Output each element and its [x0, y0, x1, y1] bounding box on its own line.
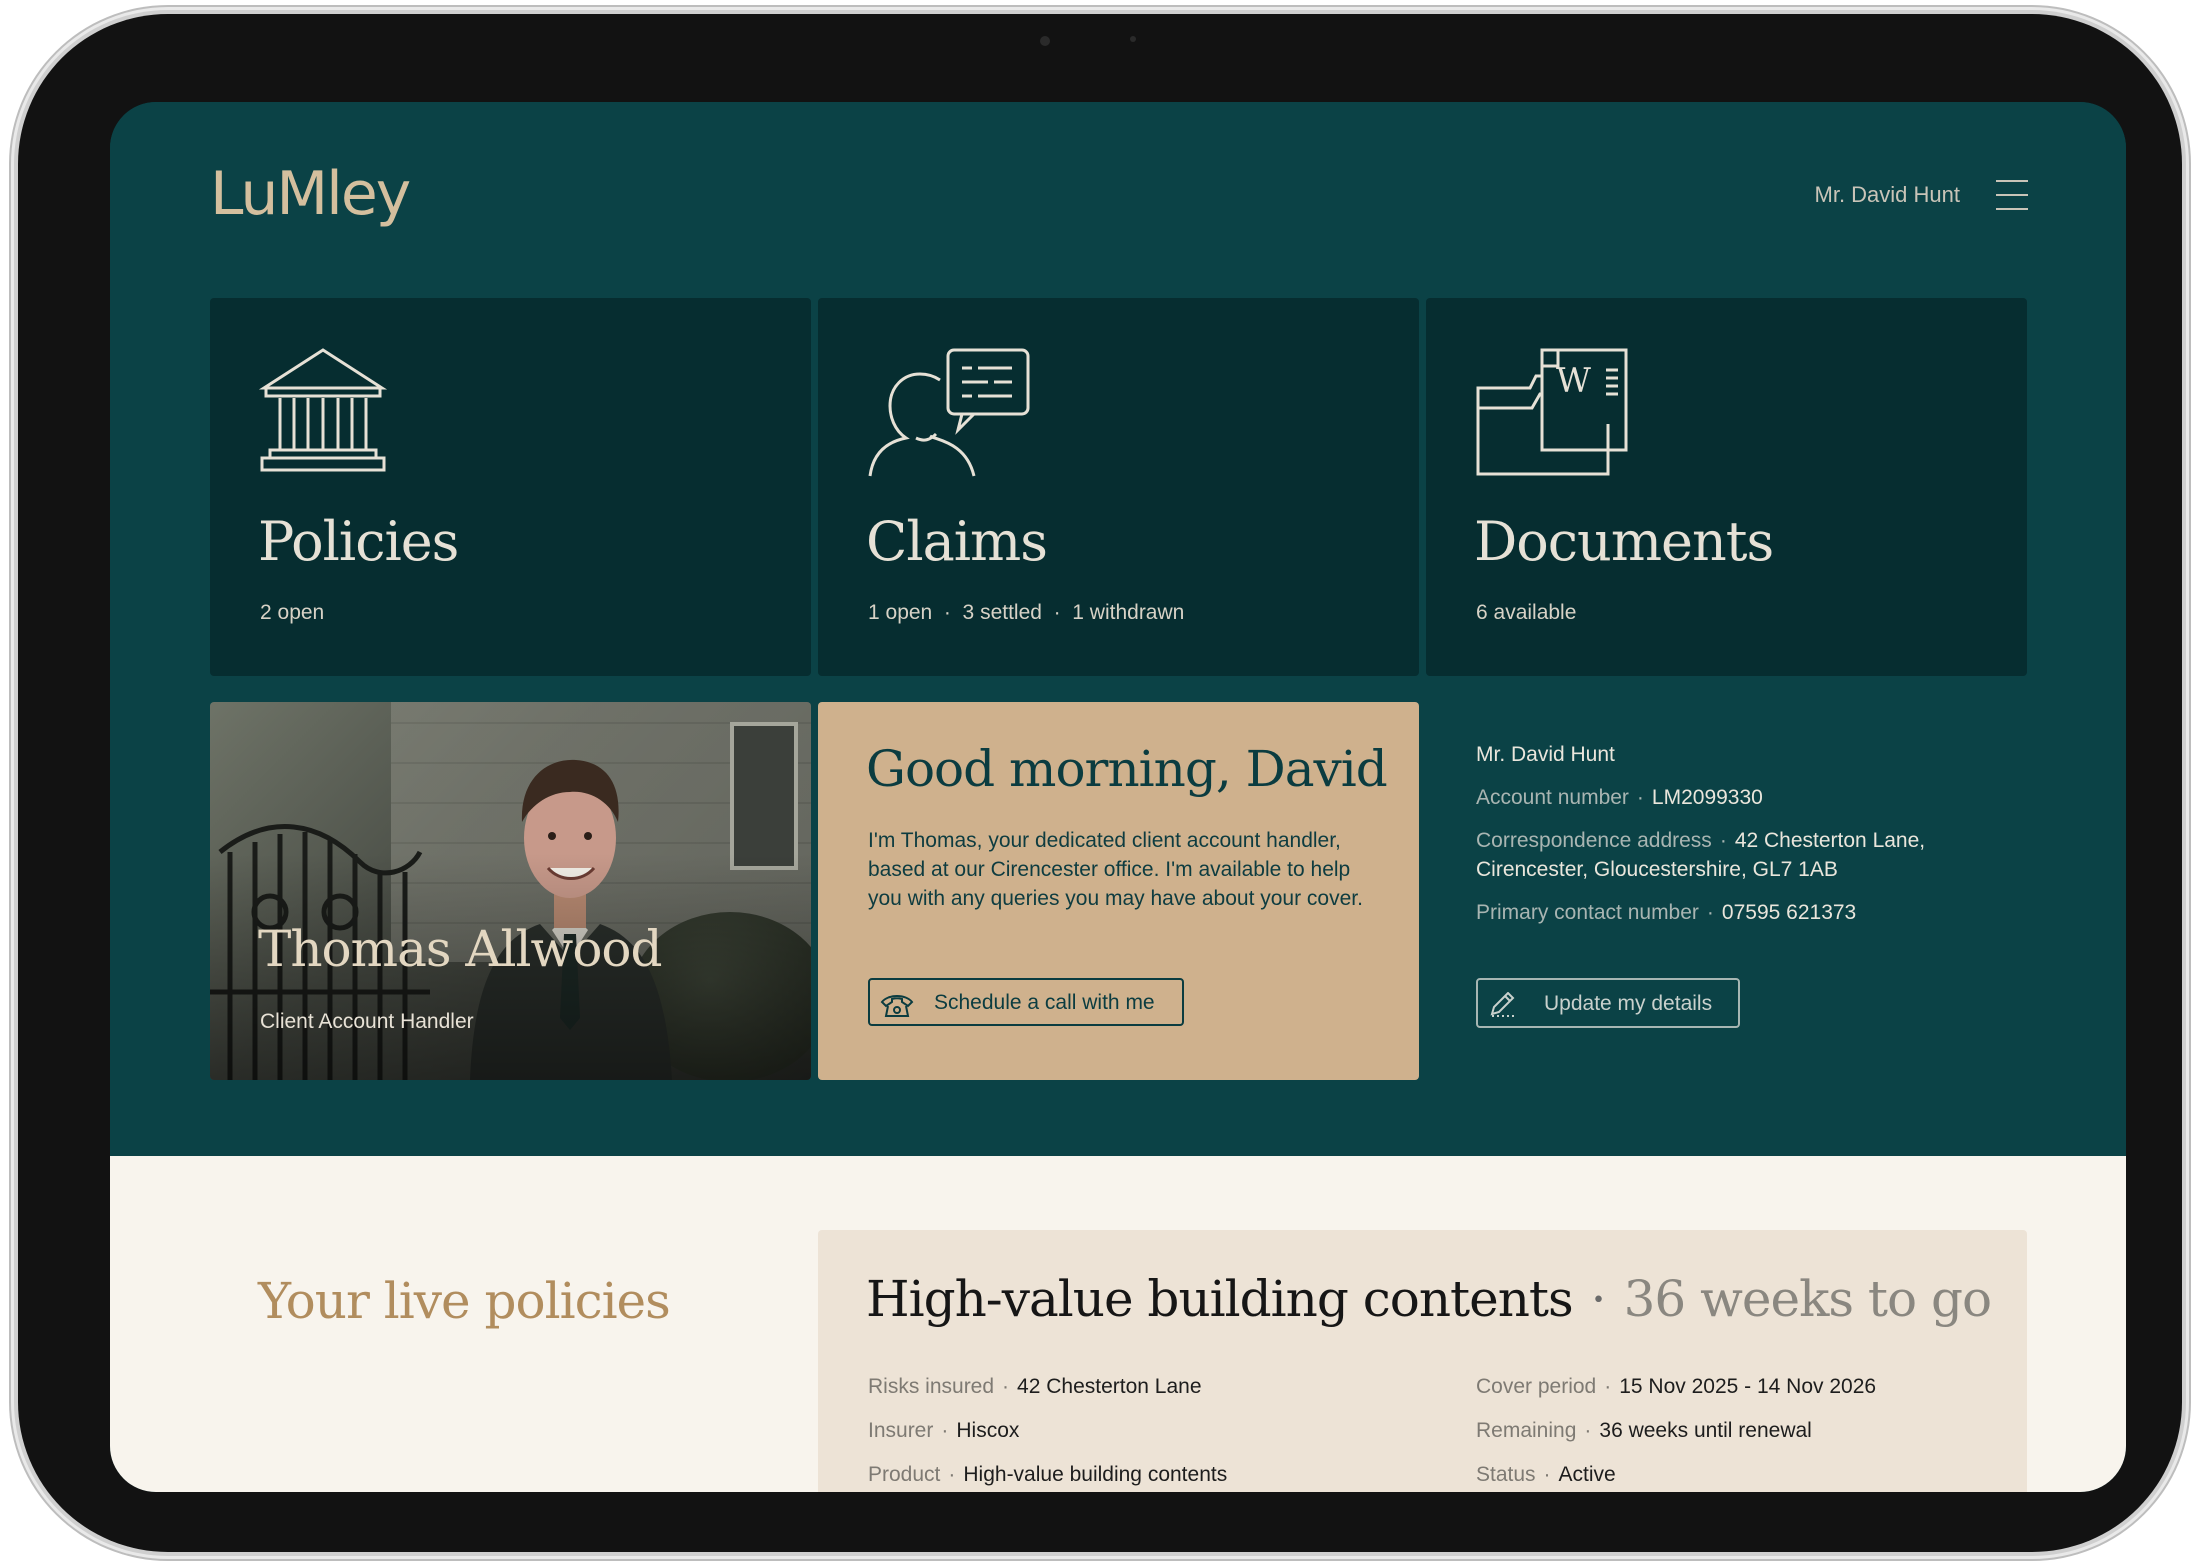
- tile-documents-count: 6 available: [1476, 601, 1577, 624]
- greeting-title: Good morning, David: [866, 740, 1388, 798]
- policy-field-value: 15 Nov 2025 - 14 Nov 2026: [1619, 1375, 1877, 1398]
- address-line-1: 42 Chesterton Lane,: [1734, 829, 1926, 852]
- policy-field-label: Product: [868, 1463, 941, 1486]
- tile-claims-status: 1 open · 3 settled · 1 withdrawn: [868, 601, 1185, 624]
- header-user-name[interactable]: Mr. David Hunt: [1815, 182, 1961, 208]
- update-details-label: Update my details: [1544, 992, 1713, 1015]
- front-camera: [1040, 36, 1050, 46]
- policy-name: High-value building contents: [866, 1270, 1574, 1328]
- live-policies-title: Your live policies: [258, 1272, 671, 1330]
- live-policies-section: Your live policies High-value building c…: [110, 1156, 2126, 1492]
- tile-claims-title: Claims: [866, 510, 1048, 573]
- handler-photo-card: Thomas Allwood Client Account Handler: [210, 702, 811, 1080]
- policy-field-value: 42 Chesterton Lane: [1017, 1375, 1202, 1398]
- policy-heading: High-value building contents · 36 weeks to…: [866, 1270, 1993, 1328]
- tile-claims[interactable]: Claims 1 open · 3 settled · 1 withdrawn: [818, 298, 1419, 676]
- policy-details-right: Cover period · 15 Nov 2025 - 14 Nov 2026 R…: [1476, 1375, 1877, 1486]
- tile-documents-title: Documents: [1474, 510, 1774, 573]
- svg-text:W: W: [1556, 361, 1591, 401]
- handler-role: Client Account Handler: [260, 1010, 474, 1033]
- account-holder-name: Mr. David Hunt: [1476, 743, 1615, 766]
- update-details-button[interactable]: Update my details: [1476, 978, 1740, 1028]
- folder-document-icon: W: [1476, 348, 1628, 476]
- policy-field-label: Cover period: [1476, 1375, 1597, 1398]
- schedule-call-label: Schedule a call with me: [934, 991, 1155, 1014]
- tile-policies[interactable]: Policies 2 open: [210, 298, 811, 676]
- policy-details-left: Risks insured · 42 Chesterton Lane Insurer…: [868, 1375, 1228, 1486]
- policy-card[interactable]: High-value building contents · 36 weeks to…: [818, 1230, 2027, 1492]
- policy-field-label: Remaining: [1476, 1419, 1577, 1442]
- sensor-dot: [1130, 36, 1136, 42]
- person-speech-bubble-icon: [868, 348, 1030, 477]
- hamburger-icon[interactable]: [1996, 180, 2028, 214]
- account-number-value: LM2099330: [1651, 786, 1763, 809]
- tablet-frame: LuMley Mr. David Hunt Policies 2 open Cl…: [18, 14, 2182, 1552]
- phone-icon: [880, 995, 914, 1017]
- tile-policies-count: 2 open: [260, 601, 325, 624]
- bank-building-icon: [258, 348, 388, 472]
- schedule-call-button[interactable]: Schedule a call with me: [868, 978, 1184, 1026]
- policy-field-value: 36 weeks until renewal: [1599, 1419, 1812, 1442]
- policy-weeks-to-go: 36 weeks to go: [1623, 1270, 1993, 1328]
- policy-field-label: Insurer: [868, 1419, 934, 1442]
- policy-field-label: Status: [1476, 1463, 1536, 1486]
- handler-name: Thomas Allwood: [258, 920, 663, 978]
- tile-policies-title: Policies: [258, 510, 459, 573]
- app-screen: LuMley Mr. David Hunt Policies 2 open Cl…: [110, 102, 2126, 1492]
- account-number-label: Account number: [1476, 786, 1629, 809]
- policy-field-value: High-value building contents: [963, 1463, 1228, 1486]
- address-line-2: Cirencester, Gloucestershire, GL7 1AB: [1476, 858, 1838, 881]
- address-label: Correspondence address: [1476, 829, 1712, 852]
- phone-value: 07595 621373: [1721, 901, 1857, 924]
- pencil-icon: [1490, 992, 1516, 1017]
- tile-documents[interactable]: W Documents 6 available: [1426, 298, 2027, 676]
- greeting-card: Good morning, David I'm Thomas, your ded…: [818, 702, 1419, 1080]
- policy-field-label: Risks insured: [868, 1375, 995, 1398]
- policy-field-value: Hiscox: [956, 1419, 1020, 1442]
- phone-label: Primary contact number: [1476, 901, 1699, 924]
- greeting-message: I'm Thomas, your dedicated client accoun…: [868, 829, 1363, 910]
- policy-field-value: Active: [1558, 1463, 1616, 1486]
- hero-section: LuMley Mr. David Hunt Policies 2 open Cl…: [110, 102, 2126, 1156]
- lumley-logo[interactable]: LuMley: [210, 159, 411, 229]
- account-details: Mr. David Hunt Account number · LM2099330 …: [1476, 740, 2036, 941]
